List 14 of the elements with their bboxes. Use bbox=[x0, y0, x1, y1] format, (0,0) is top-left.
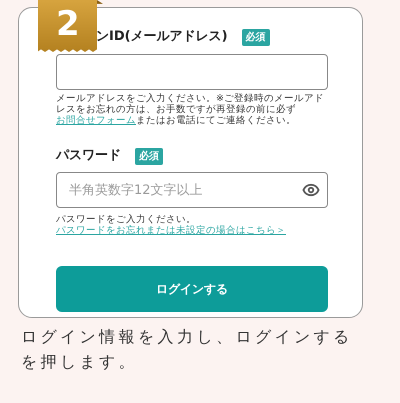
forgot-password-link[interactable]: パスワードをお忘れまたは未設定の場合はこちら＞ bbox=[56, 225, 286, 236]
field-label: ンID(メールアドレス) bbox=[96, 28, 228, 46]
field-label: パスワード bbox=[56, 147, 121, 166]
required-tag: 必須 bbox=[135, 148, 163, 164]
login-button[interactable]: ログインする bbox=[56, 266, 328, 312]
contact-form-link[interactable]: お問合せフォーム bbox=[56, 115, 136, 126]
help-text: メールアドレスをご入力ください。※ご登録時のメールアドレスをお忘れの方は、お手数ですが再登録の前に必ず お問合せフォーム またはお電話にてご連絡ください。 bbox=[56, 93, 325, 126]
step-number: 2 bbox=[56, 3, 80, 46]
email-field[interactable] bbox=[56, 54, 328, 90]
required-tag: 必須 bbox=[242, 28, 270, 46]
password-field[interactable]: 半角英数字12文字以上 bbox=[56, 172, 328, 208]
help-text: パスワードをご入力ください。 bbox=[56, 214, 197, 225]
caption-text: ログイン情報を入力し、ログインするを押します。 bbox=[21, 326, 354, 373]
eye-icon[interactable] bbox=[302, 181, 320, 199]
